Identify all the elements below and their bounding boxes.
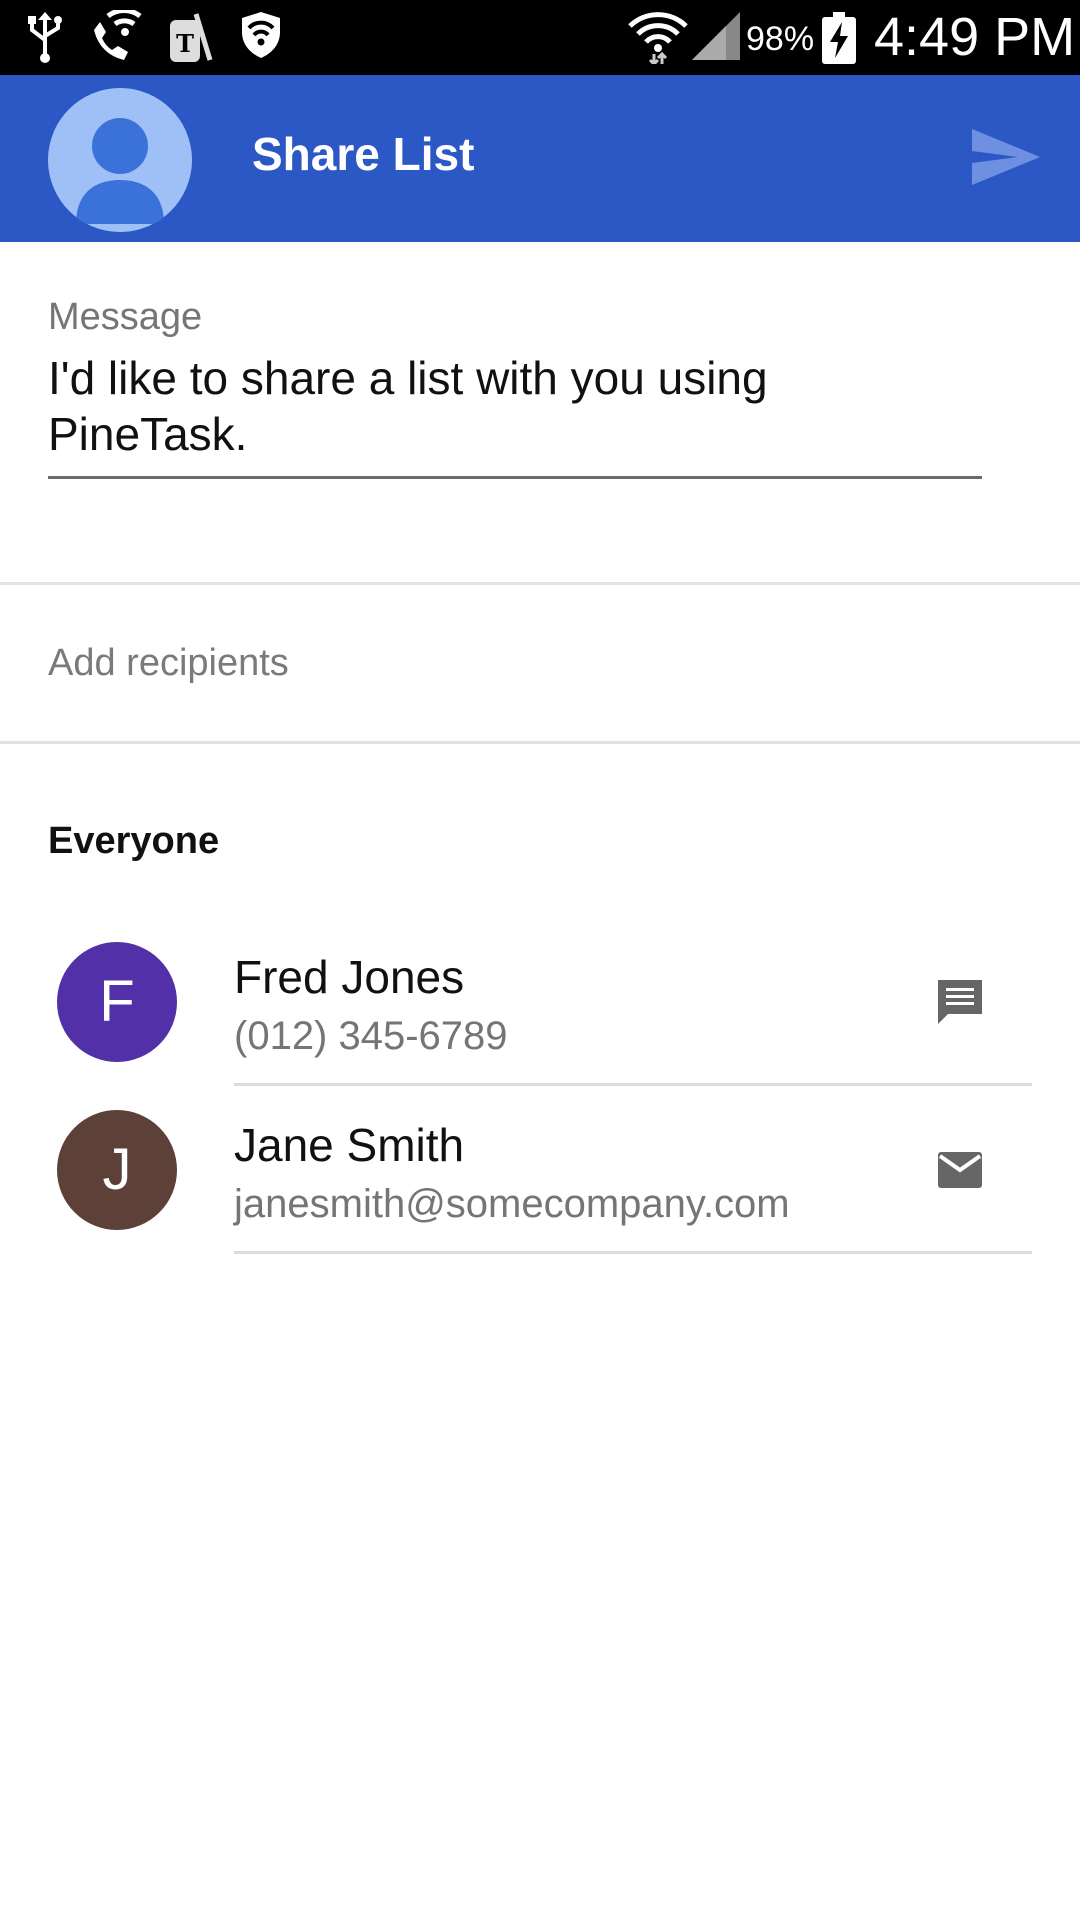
contact-avatar: F (57, 942, 177, 1062)
section-title-everyone: Everyone (48, 820, 220, 862)
message-icon[interactable] (934, 976, 986, 1028)
add-recipients-input[interactable]: Add recipients (48, 642, 289, 685)
contact-row-fred-jones[interactable]: F Fred Jones (012) 345-6789 (0, 930, 1080, 1098)
message-text-line-2: PineTask. (48, 408, 248, 460)
contact-email: janesmith@somecompany.com (234, 1182, 790, 1226)
status-time: 4:49 PM (874, 7, 1076, 67)
contact-row-jane-smith[interactable]: J Jane Smith janesmith@somecompany.com (0, 1098, 1080, 1266)
carrier-app-icon: T (170, 13, 213, 62)
page-title: Share List (252, 128, 475, 180)
message-text-line-1: I'd like to share a list with you using (48, 352, 768, 404)
contact-name: Fred Jones (234, 951, 465, 1003)
wifi-signal-icon (628, 12, 688, 64)
user-avatar[interactable] (48, 88, 192, 232)
message-input[interactable]: I'd like to share a list with you using … (48, 350, 982, 479)
status-bar: T 98% 4:49 PM (0, 0, 1080, 75)
row-divider (234, 1083, 1032, 1086)
email-icon[interactable] (934, 1144, 986, 1196)
row-divider (234, 1251, 1032, 1254)
wifi-calling-icon (94, 10, 142, 60)
person-icon (76, 118, 164, 224)
battery-charging-icon (822, 12, 856, 64)
svg-text:T: T (176, 29, 194, 58)
contact-name: Jane Smith (234, 1119, 465, 1171)
divider (0, 582, 1080, 585)
battery-percent: 98% (746, 20, 815, 58)
send-icon[interactable] (970, 127, 1042, 187)
vpn-shield-icon (242, 12, 280, 58)
contact-avatar: J (57, 1110, 177, 1230)
contact-phone: (012) 345-6789 (234, 1014, 508, 1058)
divider (0, 741, 1080, 744)
app-bar: Share List (0, 75, 1080, 242)
usb-icon (28, 12, 62, 63)
message-label: Message (48, 296, 203, 338)
cell-signal-icon (692, 12, 740, 60)
